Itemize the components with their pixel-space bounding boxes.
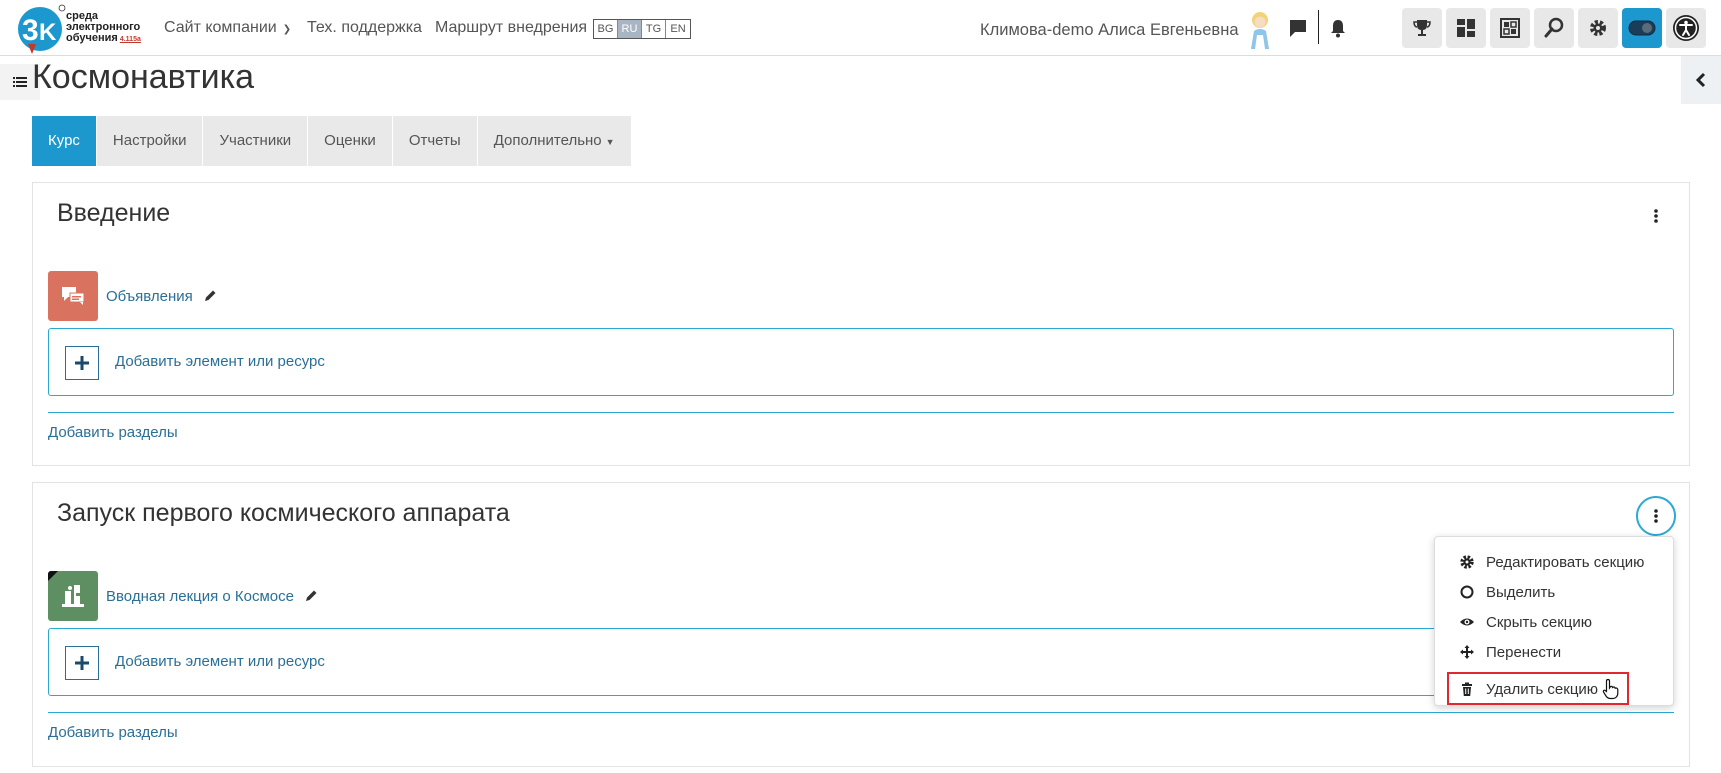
section-divider	[48, 412, 1674, 413]
chat-icon[interactable]	[1287, 17, 1309, 39]
toggle-icon	[1628, 20, 1656, 36]
block-drawer-toggle[interactable]	[1681, 56, 1721, 104]
add-activity-box[interactable]: Добавить элемент или ресурс	[48, 328, 1674, 396]
menu-item-highlight[interactable]: Выделить	[1435, 577, 1675, 607]
search-button[interactable]	[1534, 8, 1574, 48]
dashboard-button[interactable]	[1446, 8, 1486, 48]
accessibility-icon	[1673, 15, 1699, 41]
add-activity-box[interactable]: Добавить элемент или ресурс	[48, 628, 1674, 696]
tab-more[interactable]: Дополнительно ▼	[477, 116, 632, 166]
company-site-label: Сайт компании	[164, 19, 277, 36]
search-icon	[1544, 17, 1564, 38]
section-menu-button[interactable]	[1636, 196, 1676, 236]
section-title: Запуск первого космического аппарата	[57, 499, 510, 527]
lecture-icon[interactable]	[48, 571, 98, 621]
language-switcher: BG RU TG EN	[593, 19, 691, 39]
lang-tg[interactable]: TG	[642, 20, 666, 38]
course-section: Введение Объявления Добавить элемент или…	[32, 182, 1690, 466]
hand-cursor-icon	[1602, 678, 1619, 700]
menu-item-label: Выделить	[1486, 583, 1556, 601]
chevron-left-icon	[1695, 72, 1706, 88]
activity-link[interactable]: Вводная лекция о Космосе	[106, 588, 294, 605]
section-title: Введение	[57, 199, 171, 227]
chevron-down-icon: ❯	[282, 24, 292, 35]
add-sections-link[interactable]: Добавить разделы	[48, 724, 178, 741]
plus-icon	[65, 346, 99, 380]
support-link[interactable]: Тех. поддержка	[307, 19, 422, 37]
tab-participants[interactable]: Участники	[203, 116, 309, 166]
user-name[interactable]: Климова-demo Алиса Евгеньевна	[980, 21, 1239, 40]
theme-toggle-button[interactable]	[1622, 8, 1662, 48]
forum-icon[interactable]	[48, 271, 98, 321]
blocks-button[interactable]	[1490, 8, 1530, 48]
add-activity-label: Добавить элемент или ресурс	[115, 653, 325, 670]
menu-item-label: Перенести	[1486, 643, 1562, 661]
bell-icon[interactable]	[1327, 17, 1349, 39]
lang-bg[interactable]: BG	[594, 20, 618, 38]
puzzle-icon	[1500, 18, 1520, 38]
trophy-button[interactable]	[1402, 8, 1442, 48]
avatar[interactable]	[1245, 9, 1275, 49]
page-title: Космонавтика	[32, 58, 255, 96]
menu-item-move[interactable]: Перенести	[1435, 637, 1675, 667]
lang-ru[interactable]: RU	[618, 20, 642, 38]
settings-button[interactable]	[1578, 8, 1618, 48]
circle-icon	[1460, 585, 1474, 599]
move-icon	[1460, 645, 1474, 659]
menu-item-label: Редактировать секцию	[1486, 553, 1645, 571]
lang-en[interactable]: EN	[666, 20, 690, 38]
menu-item-edit-section[interactable]: Редактировать секцию	[1435, 547, 1675, 577]
tab-more-label: Дополнительно	[493, 132, 602, 149]
pencil-icon[interactable]	[304, 589, 318, 603]
tab-reports[interactable]: Отчеты	[392, 116, 478, 166]
add-sections-link[interactable]: Добавить разделы	[48, 424, 178, 441]
pencil-icon[interactable]	[203, 289, 217, 303]
logo-line-3: обучения	[66, 32, 118, 44]
activity-item: Объявления	[48, 271, 217, 321]
section-dropdown-menu: Редактировать секцию Выделить Скрыть сек…	[1434, 536, 1674, 706]
logo-version: 4.115a	[119, 36, 141, 43]
accessibility-button[interactable]	[1666, 8, 1706, 48]
activity-link[interactable]: Объявления	[106, 288, 193, 305]
section-divider	[48, 712, 1674, 713]
add-activity-label: Добавить элемент или ресурс	[115, 353, 325, 370]
section-menu-button[interactable]	[1636, 496, 1676, 536]
top-navbar: 3 K среда электронного обучения 4.115a Са…	[0, 0, 1721, 56]
tab-course[interactable]: Курс	[32, 116, 97, 166]
svg-text:3: 3	[22, 14, 39, 47]
grid-icon	[1457, 19, 1475, 37]
navbar-divider	[1318, 10, 1319, 44]
gear-icon	[1460, 555, 1474, 569]
kebab-icon	[1654, 209, 1658, 223]
logo-mark-icon: 3 K	[18, 4, 66, 54]
svg-text:K: K	[39, 19, 57, 46]
menu-item-label: Скрыть секцию	[1486, 613, 1592, 631]
site-logo[interactable]: 3 K среда электронного обучения 4.115a	[14, 2, 148, 54]
chevron-down-icon: ▼	[605, 137, 615, 147]
company-site-menu[interactable]: Сайт компании ❯	[164, 19, 291, 37]
list-icon	[13, 77, 27, 87]
trophy-icon	[1413, 20, 1431, 36]
course-tabs: Курс Настройки Участники Оценки Отчеты Д…	[32, 116, 632, 166]
activity-item: Вводная лекция о Космосе	[48, 571, 318, 621]
tab-grades[interactable]: Оценки	[308, 116, 393, 166]
plus-icon	[65, 646, 99, 680]
kebab-icon	[1654, 509, 1658, 523]
gear-icon	[1590, 20, 1606, 36]
tab-settings[interactable]: Настройки	[96, 116, 204, 166]
menu-item-hide-section[interactable]: Скрыть секцию	[1435, 607, 1675, 637]
eye-icon	[1460, 618, 1474, 626]
route-link[interactable]: Маршрут внедрения	[435, 19, 587, 37]
logo-text: среда электронного обучения 4.115a	[66, 11, 141, 45]
